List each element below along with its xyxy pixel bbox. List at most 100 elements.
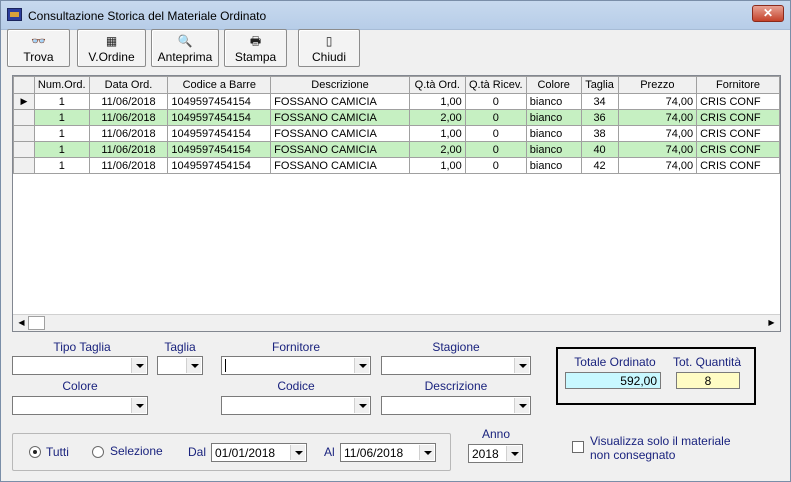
table-cell[interactable]: 11/06/2018 <box>88 109 169 126</box>
stagione-select[interactable] <box>381 356 531 375</box>
table-cell[interactable]: 74,00 <box>617 125 698 142</box>
table-cell[interactable]: 11/06/2018 <box>88 125 169 142</box>
table-cell[interactable]: FOSSANO CAMICIA <box>270 125 410 142</box>
chevron-down-icon[interactable] <box>514 358 529 373</box>
table-cell[interactable]: 40 <box>580 141 619 158</box>
scroll-right-icon[interactable]: ▶ <box>764 316 779 330</box>
table-cell[interactable]: CRIS CONF <box>696 157 780 174</box>
table-cell[interactable]: 0 <box>464 157 527 174</box>
table-cell[interactable]: CRIS CONF <box>696 141 780 158</box>
close-window-button[interactable]: ✕ <box>752 5 784 22</box>
row-indicator[interactable] <box>13 125 35 142</box>
table-cell[interactable]: 74,00 <box>617 141 698 158</box>
taglia-select[interactable] <box>157 356 203 375</box>
table-cell[interactable]: 11/06/2018 <box>88 141 169 158</box>
column-header[interactable]: Num.Ord. <box>33 76 90 94</box>
table-cell[interactable]: 1 <box>33 125 90 142</box>
column-header[interactable]: Descrizione <box>270 76 410 94</box>
tutti-radio[interactable] <box>29 446 41 458</box>
table-cell[interactable]: 42 <box>580 157 619 174</box>
table-cell[interactable]: 1049597454154 <box>167 125 272 142</box>
column-header[interactable]: Q.tà Ricev. <box>464 76 527 94</box>
chevron-down-icon[interactable] <box>186 358 201 373</box>
scroll-left-icon[interactable]: ◀ <box>14 316 29 330</box>
table-cell[interactable]: 0 <box>464 141 527 158</box>
table-cell[interactable]: 34 <box>580 93 619 110</box>
column-header[interactable]: Data Ord. <box>88 76 169 94</box>
table-cell[interactable]: CRIS CONF <box>696 93 780 110</box>
table-cell[interactable]: FOSSANO CAMICIA <box>270 93 410 110</box>
al-date-picker[interactable]: 11/06/2018 <box>340 443 436 462</box>
trova-button[interactable]: 👓 Trova <box>7 29 70 67</box>
table-row[interactable]: 1 11/06/2018 1049597454154 FOSSANO CAMICIA 1… <box>13 157 780 174</box>
table-cell[interactable]: 2,00 <box>408 109 466 126</box>
chevron-down-icon[interactable] <box>354 398 369 413</box>
chevron-down-icon[interactable] <box>354 358 369 373</box>
selezione-label[interactable]: Selezione <box>110 444 163 458</box>
chevron-down-icon[interactable] <box>514 398 529 413</box>
chevron-down-icon[interactable] <box>131 358 146 373</box>
column-header[interactable]: Codice a Barre <box>167 76 272 94</box>
column-header[interactable]: Q.tà Ord. <box>408 76 466 94</box>
table-cell[interactable]: 2,00 <box>408 141 466 158</box>
fornitore-select[interactable] <box>221 356 371 375</box>
table-cell[interactable]: 1 <box>33 109 90 126</box>
table-cell[interactable]: 0 <box>464 109 527 126</box>
table-cell[interactable]: 1 <box>33 141 90 158</box>
table-cell[interactable]: 1 <box>33 157 90 174</box>
table-row[interactable]: 1 11/06/2018 1049597454154 FOSSANO CAMICIA 2… <box>13 141 780 158</box>
table-cell[interactable]: bianco <box>525 125 582 142</box>
table-cell[interactable]: bianco <box>525 109 582 126</box>
table-cell[interactable]: 74,00 <box>617 109 698 126</box>
column-header[interactable]: Taglia <box>580 76 619 94</box>
descrizione-select[interactable] <box>381 396 531 415</box>
table-cell[interactable]: 74,00 <box>617 93 698 110</box>
table-cell[interactable]: bianco <box>525 93 582 110</box>
anteprima-button[interactable]: 🔍 Anteprima <box>151 29 219 67</box>
tipo-taglia-select[interactable] <box>12 356 148 375</box>
table-cell[interactable]: 11/06/2018 <box>88 157 169 174</box>
table-cell[interactable]: 1 <box>33 93 90 110</box>
table-cell[interactable]: 1049597454154 <box>167 109 272 126</box>
row-indicator[interactable] <box>13 157 35 174</box>
table-row[interactable]: 1 11/06/2018 1049597454154 FOSSANO CAMICIA 1… <box>13 125 780 142</box>
table-cell[interactable]: bianco <box>525 141 582 158</box>
row-indicator[interactable] <box>13 141 35 158</box>
colore-select[interactable] <box>12 396 148 415</box>
horizontal-scrollbar[interactable]: ◀ ▶ <box>13 314 780 331</box>
table-cell[interactable]: 1,00 <box>408 125 466 142</box>
table-cell[interactable]: 1,00 <box>408 157 466 174</box>
row-indicator[interactable] <box>13 109 35 126</box>
codice-select[interactable] <box>221 396 371 415</box>
column-header[interactable]: Prezzo <box>617 76 698 94</box>
table-cell[interactable]: 1049597454154 <box>167 141 272 158</box>
table-cell[interactable]: 0 <box>464 125 527 142</box>
table-cell[interactable]: CRIS CONF <box>696 109 780 126</box>
table-cell[interactable]: 0 <box>464 93 527 110</box>
chevron-down-icon[interactable] <box>506 446 521 461</box>
table-row[interactable]: ▶ 1 11/06/2018 1049597454154 FOSSANO CAMICIA… <box>13 93 780 110</box>
chevron-down-icon[interactable] <box>131 398 146 413</box>
dal-date-picker[interactable]: 01/01/2018 <box>211 443 307 462</box>
table-cell[interactable]: CRIS CONF <box>696 125 780 142</box>
vordine-button[interactable]: ▦ V.Ordine <box>77 29 146 67</box>
table-cell[interactable]: 11/06/2018 <box>88 93 169 110</box>
current-row-icon[interactable]: ▶ <box>13 93 35 110</box>
tutti-label[interactable]: Tutti <box>46 445 69 459</box>
table-cell[interactable]: 36 <box>580 109 619 126</box>
non-consegnato-label-line2[interactable]: non consegnato <box>590 448 675 462</box>
non-consegnato-checkbox[interactable] <box>572 441 584 453</box>
chevron-down-icon[interactable] <box>290 445 305 460</box>
table-cell[interactable]: 1049597454154 <box>167 157 272 174</box>
orders-grid[interactable]: Num.Ord. Data Ord. Codice a Barre Descrizio… <box>12 75 781 332</box>
scroll-thumb[interactable] <box>28 316 45 330</box>
non-consegnato-label-line1[interactable]: Visualizza solo il materiale <box>590 434 731 448</box>
table-cell[interactable]: 1,00 <box>408 93 466 110</box>
table-cell[interactable]: FOSSANO CAMICIA <box>270 109 410 126</box>
table-cell[interactable]: 74,00 <box>617 157 698 174</box>
table-cell[interactable]: FOSSANO CAMICIA <box>270 157 410 174</box>
column-header[interactable]: Fornitore <box>696 76 780 94</box>
table-row[interactable]: 1 11/06/2018 1049597454154 FOSSANO CAMICIA 2… <box>13 109 780 126</box>
table-cell[interactable]: bianco <box>525 157 582 174</box>
stampa-button[interactable]: 🖶 Stampa <box>224 29 287 67</box>
